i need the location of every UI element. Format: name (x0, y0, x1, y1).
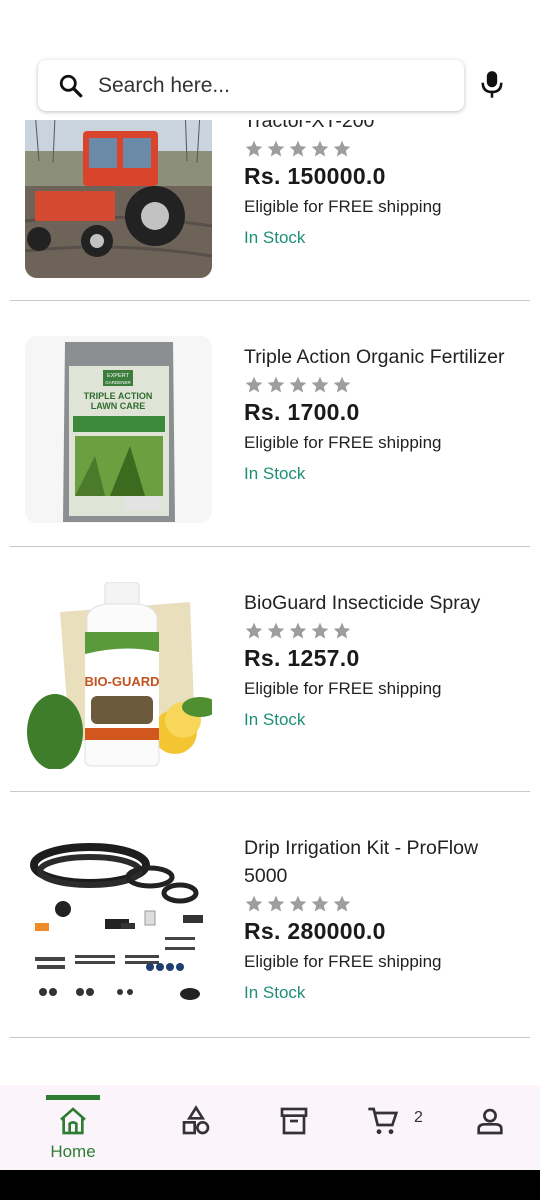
divider (10, 791, 530, 792)
star-rating (244, 894, 514, 914)
star-icon (311, 140, 329, 157)
profile-icon (477, 1108, 503, 1135)
star-rating (244, 139, 514, 159)
nav-item-cart[interactable] (353, 1085, 413, 1170)
star-icon (267, 140, 285, 157)
product-price: Rs. 1257.0 (244, 645, 360, 671)
product-name: Drip Irrigation Kit - ProFlow 5000 (244, 837, 479, 887)
stock-status: In Stock (244, 983, 306, 1002)
product-name: Triple Action Organic Fertilizer (244, 346, 505, 368)
star-icon (245, 376, 263, 393)
product-image-insecticide[interactable]: BIO-GUARD (25, 582, 212, 769)
nav-item-orders[interactable] (264, 1085, 324, 1170)
star-icon (289, 622, 307, 639)
star-icon (267, 895, 285, 912)
search-input[interactable] (98, 73, 428, 98)
svg-text:TRIPLE ACTION: TRIPLE ACTION (84, 391, 153, 401)
product-image-drip-kit[interactable] (25, 827, 212, 1014)
divider (10, 546, 530, 547)
star-icon (311, 895, 329, 912)
home-icon (60, 1107, 86, 1135)
svg-text:GARDENER: GARDENER (105, 380, 131, 385)
product-price: Rs. 1700.0 (244, 399, 360, 425)
divider (10, 1037, 530, 1038)
product-list[interactable]: Tractor-XT-200 Rs. 150000.0 Eligible for… (0, 0, 540, 1085)
star-icon (267, 622, 285, 639)
shipping-info: Eligible for FREE shipping (244, 433, 442, 452)
microphone-icon[interactable] (478, 70, 506, 100)
nav-item-home[interactable]: Home (33, 1085, 113, 1170)
product-price: Rs. 280000.0 (244, 918, 386, 944)
star-icon (333, 622, 351, 639)
nav-item-categories[interactable] (166, 1085, 226, 1170)
categories-icon (182, 1105, 210, 1135)
star-icon (289, 140, 307, 157)
cart-icon (368, 1107, 399, 1135)
product-price: Rs. 150000.0 (244, 163, 386, 189)
search-icon[interactable] (58, 73, 84, 99)
nav-item-profile[interactable] (460, 1085, 520, 1170)
shipping-info: Eligible for FREE shipping (244, 197, 442, 216)
star-icon (289, 895, 307, 912)
stock-status: In Stock (244, 228, 306, 247)
bottom-navigation: Home 2 (0, 1085, 540, 1170)
star-icon (333, 895, 351, 912)
star-icon (333, 140, 351, 157)
search-bar[interactable] (38, 60, 464, 111)
star-icon (333, 376, 351, 393)
star-rating (244, 621, 514, 641)
divider (10, 300, 530, 301)
archive-icon (280, 1107, 308, 1135)
fertilizer-brand-text: EXPERT (107, 373, 130, 379)
insecticide-label-text: BIO-GUARD (84, 674, 159, 689)
star-icon (245, 622, 263, 639)
product-image-fertilizer[interactable]: EXPERT GARDENER TRIPLE ACTION LAWN CARE (25, 336, 212, 523)
star-icon (245, 140, 263, 157)
product-name: BioGuard Insecticide Spray (244, 592, 481, 614)
search-header (0, 0, 540, 120)
system-navigation-bar (0, 1170, 540, 1200)
shipping-info: Eligible for FREE shipping (244, 952, 442, 971)
cart-count-badge: 2 (414, 1109, 423, 1126)
star-rating (244, 375, 514, 395)
star-icon (267, 376, 285, 393)
stock-status: In Stock (244, 710, 306, 729)
svg-text:LAWN CARE: LAWN CARE (91, 401, 146, 411)
nav-label-home: Home (50, 1142, 96, 1161)
star-icon (289, 376, 307, 393)
star-icon (245, 895, 263, 912)
shipping-info: Eligible for FREE shipping (244, 679, 442, 698)
star-icon (311, 376, 329, 393)
stock-status: In Stock (244, 464, 306, 483)
star-icon (311, 622, 329, 639)
